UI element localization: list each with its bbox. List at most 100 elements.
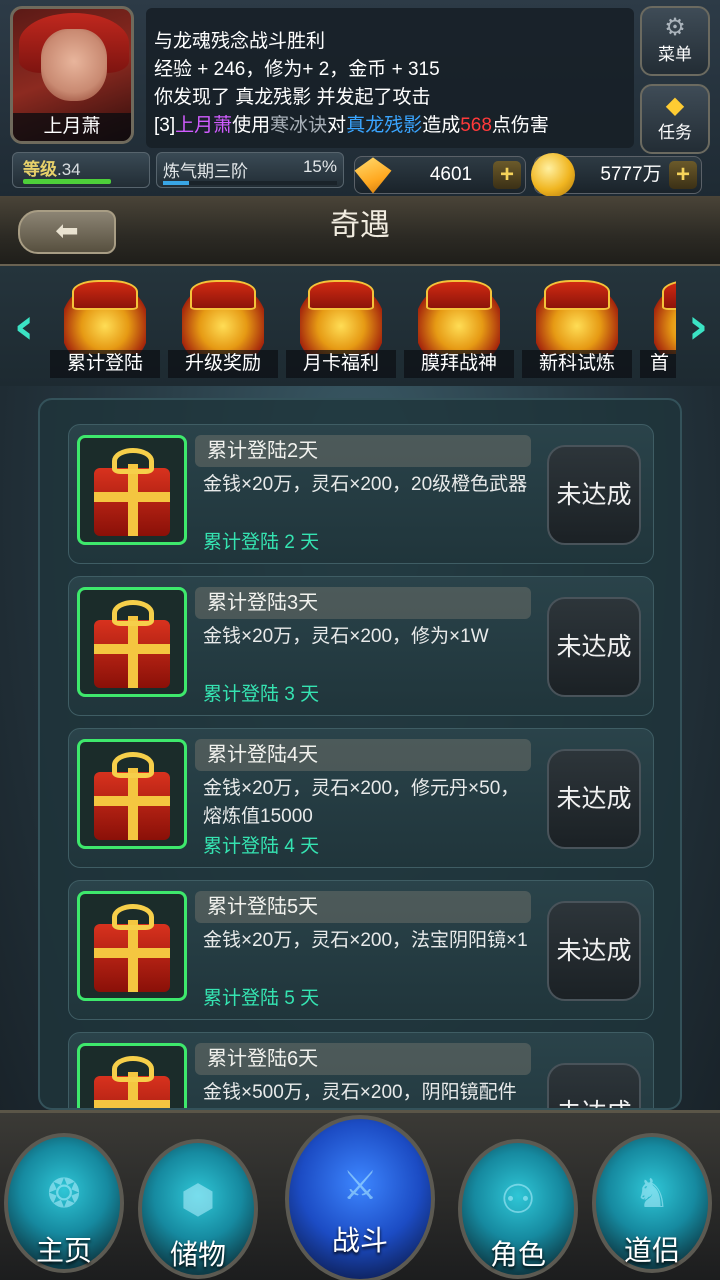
claim-status-button[interactable]: 未达成 xyxy=(547,445,641,545)
reward-title: 累计登陆6天 xyxy=(207,1048,319,1070)
log-target: 真龙残影 xyxy=(346,115,423,136)
cultivation-bar: 炼气期三阶 15% xyxy=(156,152,344,188)
claim-status-button[interactable]: 未达成 xyxy=(547,749,641,849)
reward-progress: 累计登陆 5 天 xyxy=(203,988,320,1009)
nav-label: 储物 xyxy=(169,1239,226,1270)
nav-companion[interactable]: ♞ 道侣 xyxy=(592,1133,712,1273)
reward-description: 金钱×20万，灵石×200，20级橙色武器 xyxy=(203,474,528,495)
gift-bow xyxy=(112,1056,154,1082)
tab-monthly-card[interactable]: 月卡福利 xyxy=(286,276,396,380)
reward-list[interactable]: 累计登陆2天 金钱×20万，灵石×200，20级橙色武器 累计登陆 2 天 未达… xyxy=(38,398,682,1110)
reward-title: 累计登陆4天 xyxy=(207,744,319,766)
menu-button[interactable]: ⚙ 菜单 xyxy=(640,6,710,76)
nav-label: 主页 xyxy=(35,1235,92,1266)
level-text: 等级.34 xyxy=(23,155,81,180)
tab-worship[interactable]: 膜拜战神 xyxy=(404,276,514,380)
level-label: 等级 xyxy=(23,160,57,179)
diamond-icon xyxy=(354,157,392,194)
nav-home[interactable]: ❂ 主页 xyxy=(4,1133,124,1273)
nav-character[interactable]: ⚇ 角色 xyxy=(458,1139,578,1279)
treasure-chest-lid xyxy=(190,280,256,310)
log-verb-to: 对 xyxy=(327,115,347,136)
level-bar: 等级.34 xyxy=(12,152,150,188)
log-actor: 上月萧 xyxy=(175,115,233,136)
nav-battle[interactable]: ⚔ 战斗 xyxy=(285,1115,435,1280)
reward-description: 金钱×20万，灵石×200，修为×1W xyxy=(203,626,489,647)
quest-gem-icon: ◆ xyxy=(665,92,685,119)
log-prefix: [3] xyxy=(154,115,176,136)
tab-label: 累计登陆 xyxy=(50,350,160,378)
avatar-face xyxy=(41,29,107,101)
gift-box-icon xyxy=(77,891,187,1001)
cultivation-track xyxy=(163,181,337,185)
log-verb-use: 使用 xyxy=(232,115,271,136)
reward-description: 金钱×20万，灵石×200，修元丹×50，熔炼值15000 xyxy=(203,778,520,827)
reward-progress: 累计登陆 2 天 xyxy=(203,532,320,553)
log-verb-cause: 造成 xyxy=(422,115,461,136)
quest-button[interactable]: ◆ 任务 xyxy=(640,84,710,154)
gift-box-icon xyxy=(77,739,187,849)
claim-status-button[interactable]: 未达成 xyxy=(547,597,641,697)
cultivation-stage: 炼气期三阶 xyxy=(163,162,248,181)
claim-status-button[interactable]: 未达成 xyxy=(547,1063,641,1108)
gift-box-icon xyxy=(77,435,187,545)
tab-label: 首 xyxy=(640,350,676,378)
gift-bow xyxy=(112,600,154,626)
reward-description: 金钱×20万，灵石×200，法宝阴阳镜×1 xyxy=(203,930,528,951)
tab-label: 月卡福利 xyxy=(286,350,396,378)
level-exp-fill xyxy=(23,179,111,184)
reward-title: 累计登陆5天 xyxy=(207,896,319,918)
gift-bow xyxy=(112,752,154,778)
home-icon: ❂ xyxy=(47,1171,81,1217)
gift-ribbon xyxy=(94,644,170,654)
tabs-left-arrow-icon[interactable]: ‹ xyxy=(4,298,44,354)
companion-icon: ♞ xyxy=(634,1171,670,1217)
tab-label: 膜拜战神 xyxy=(404,350,514,378)
log-line-2: 经验 + 246，修为+ 2，金币 + 315 xyxy=(154,59,440,80)
player-avatar[interactable]: 上月萧 xyxy=(10,6,134,144)
nav-storage[interactable]: ⬢ 储物 xyxy=(138,1139,258,1279)
tab-label: 升级奖励 xyxy=(168,350,278,378)
tab-trial[interactable]: 新科试炼 xyxy=(522,276,632,380)
tab-level-reward[interactable]: 升级奖励 xyxy=(168,276,278,380)
log-skill: 寒冰诀 xyxy=(270,115,328,136)
reward-card: 累计登陆5天 金钱×20万，灵石×200，法宝阴阳镜×1 累计登陆 5 天 未达… xyxy=(68,880,654,1020)
storage-icon: ⬢ xyxy=(180,1177,216,1223)
gift-ribbon xyxy=(94,1100,170,1108)
reward-description: 金钱×500万，灵石×200，阴阳镜配件 xyxy=(203,1082,517,1103)
tab-cumulative-login[interactable]: 累计登陆 xyxy=(50,276,160,380)
reward-title: 累计登陆2天 xyxy=(207,440,319,462)
reward-card: 累计登陆2天 金钱×20万，灵石×200，20级橙色武器 累计登陆 2 天 未达… xyxy=(68,424,654,564)
gold-value: 5777万 xyxy=(600,164,662,185)
log-line-4: [3]上月萧使用寒冰诀对真龙残影造成568点伤害 xyxy=(154,112,626,140)
gear-icon: ⚙ xyxy=(664,14,686,41)
reward-card: 累计登陆6天 金钱×500万，灵石×200，阴阳镜配件 未达成 xyxy=(68,1032,654,1108)
cultivation-fill xyxy=(163,181,189,185)
claim-status-button[interactable]: 未达成 xyxy=(547,901,641,1001)
tabs-right-arrow-icon[interactable]: › xyxy=(678,298,718,354)
log-damage: 568 xyxy=(460,115,492,136)
nav-label: 道侣 xyxy=(623,1235,680,1266)
reward-progress: 累计登陆 3 天 xyxy=(203,684,320,705)
gift-ribbon xyxy=(94,796,170,806)
add-gold-button[interactable]: + xyxy=(669,161,697,189)
nav-label: 角色 xyxy=(489,1239,546,1270)
player-name: 上月萧 xyxy=(13,113,131,141)
category-tabs: ‹ 累计登陆 升级奖励 月卡福利 膜拜战神 新科试炼 首 › xyxy=(0,266,720,386)
nav-label: 战斗 xyxy=(331,1225,388,1256)
treasure-chest-lid xyxy=(426,280,492,310)
reward-title: 累计登陆3天 xyxy=(207,592,319,614)
log-suffix: 点伤害 xyxy=(491,115,549,136)
gift-bow xyxy=(112,904,154,930)
gift-bow xyxy=(112,448,154,474)
gift-box-icon xyxy=(77,1043,187,1108)
treasure-chest-lid xyxy=(308,280,374,310)
page-title: 奇遇 xyxy=(330,209,390,242)
bottom-nav: ❂ 主页 ⬢ 储物 ⚔ 战斗 ⚇ 角色 ♞ 道侣 xyxy=(0,1110,720,1280)
sword-icon: ⚔ xyxy=(342,1163,378,1209)
gem-value: 4601 xyxy=(429,164,473,185)
gold-coin-icon xyxy=(531,153,575,197)
tab-partial[interactable]: 首 xyxy=(640,276,676,380)
reward-card: 累计登陆4天 金钱×20万，灵石×200，修元丹×50，熔炼值15000 累计登… xyxy=(68,728,654,868)
add-gems-button[interactable]: + xyxy=(493,161,521,189)
